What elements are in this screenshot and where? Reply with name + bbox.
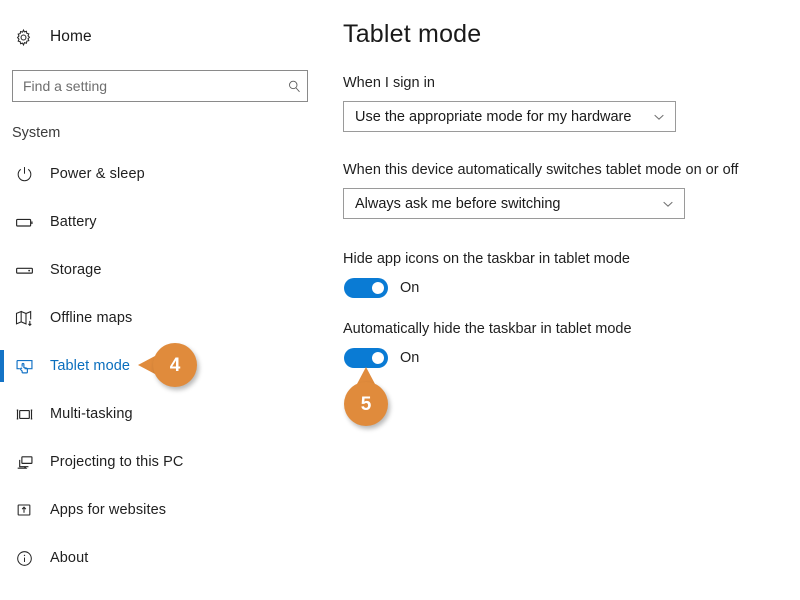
toggle-knob xyxy=(372,282,384,294)
chevron-down-icon xyxy=(651,109,667,125)
search-box[interactable] xyxy=(12,70,308,102)
sidebar-item-home[interactable]: Home xyxy=(12,22,92,52)
sidebar: Home System Power & sleep xyxy=(0,0,320,600)
home-label: Home xyxy=(50,28,92,45)
page-title: Tablet mode xyxy=(343,20,482,48)
info-icon xyxy=(12,546,36,570)
callout-number: 5 xyxy=(360,393,372,415)
callout-disc: 5 xyxy=(344,382,388,426)
search-icon[interactable] xyxy=(281,71,307,101)
sidebar-item-multi-tasking[interactable]: Multi-tasking xyxy=(0,390,320,438)
gear-icon xyxy=(12,26,34,48)
sidebar-item-label: Multi-tasking xyxy=(50,406,133,422)
callout-number: 4 xyxy=(169,354,181,376)
auto-switch-dropdown[interactable]: Always ask me before switching xyxy=(343,188,685,219)
sidebar-item-label: Offline maps xyxy=(50,310,133,326)
sidebar-item-battery[interactable]: Battery xyxy=(0,198,320,246)
toggle-knob xyxy=(372,352,384,364)
auto-hide-taskbar-label: Automatically hide the taskbar in tablet… xyxy=(343,321,632,337)
search-input[interactable] xyxy=(13,71,281,101)
auto-switch-dropdown-value: Always ask me before switching xyxy=(355,195,561,212)
auto-switch-label: When this device automatically switches … xyxy=(343,162,739,178)
tablet-mode-icon xyxy=(12,354,36,378)
sign-in-dropdown-value: Use the appropriate mode for my hardware xyxy=(355,108,632,125)
sidebar-item-label: Power & sleep xyxy=(50,166,145,182)
sign-in-label: When I sign in xyxy=(343,75,435,91)
sidebar-section-label: System xyxy=(12,125,61,141)
hide-app-icons-label: Hide app icons on the taskbar in tablet … xyxy=(343,251,630,267)
selection-indicator xyxy=(0,350,4,382)
storage-icon xyxy=(12,258,36,282)
battery-icon xyxy=(12,210,36,234)
sidebar-item-storage[interactable]: Storage xyxy=(0,246,320,294)
map-icon xyxy=(12,306,36,330)
callout-badge-4: 4 xyxy=(138,343,197,387)
sidebar-item-label: About xyxy=(50,550,89,566)
sign-in-dropdown[interactable]: Use the appropriate mode for my hardware xyxy=(343,101,676,132)
sidebar-item-power-sleep[interactable]: Power & sleep xyxy=(0,150,320,198)
apps-for-websites-icon xyxy=(12,498,36,522)
sidebar-item-label: Apps for websites xyxy=(50,502,167,518)
callout-badge-5: 5 xyxy=(344,367,388,426)
sidebar-item-label: Tablet mode xyxy=(50,358,131,374)
callout-disc: 4 xyxy=(153,343,197,387)
settings-window: Home System Power & sleep xyxy=(0,0,800,600)
projecting-icon xyxy=(12,450,36,474)
sidebar-item-offline-maps[interactable]: Offline maps xyxy=(0,294,320,342)
sidebar-item-label: Storage xyxy=(50,262,102,278)
main-content: Tablet mode When I sign in Use the appro… xyxy=(343,0,800,600)
hide-app-icons-toggle[interactable] xyxy=(344,278,388,298)
chevron-down-icon xyxy=(660,196,676,212)
sidebar-item-apps-for-websites[interactable]: Apps for websites xyxy=(0,486,320,534)
sidebar-item-label: Battery xyxy=(50,214,97,230)
auto-hide-taskbar-state: On xyxy=(400,350,420,366)
sidebar-item-label: Projecting to this PC xyxy=(50,454,184,470)
sidebar-item-projecting-to-this-pc[interactable]: Projecting to this PC xyxy=(0,438,320,486)
hide-app-icons-state: On xyxy=(400,280,420,296)
sidebar-item-about[interactable]: About xyxy=(0,534,320,582)
power-icon xyxy=(12,162,36,186)
auto-hide-taskbar-toggle[interactable] xyxy=(344,348,388,368)
multitasking-icon xyxy=(12,402,36,426)
